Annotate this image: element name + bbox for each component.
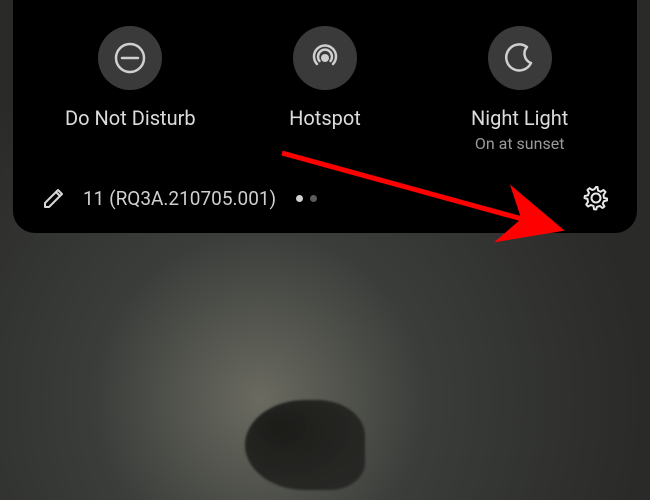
page-dot-active	[296, 195, 303, 202]
tile-label: Do Not Disturb	[65, 106, 196, 130]
quick-settings-footer: 11 (RQ3A.210705.001)	[33, 181, 617, 217]
quick-settings-tiles-row: Do Not Disturb Hotspot Night Light On at…	[33, 18, 617, 181]
tile-hotspot[interactable]: Hotspot	[245, 26, 405, 130]
edit-tiles-button[interactable]	[41, 185, 67, 211]
tile-night-light[interactable]: Night Light On at sunset	[440, 26, 600, 153]
page-indicator	[296, 195, 317, 202]
night-light-icon	[488, 26, 552, 90]
build-version-text[interactable]: 11 (RQ3A.210705.001)	[83, 187, 276, 210]
tile-do-not-disturb[interactable]: Do Not Disturb	[50, 26, 210, 130]
quick-settings-panel: Do Not Disturb Hotspot Night Light On at…	[13, 0, 637, 233]
hotspot-icon	[293, 26, 357, 90]
tile-label: Hotspot	[289, 106, 361, 130]
tile-label: Night Light	[471, 106, 568, 130]
gear-icon	[583, 185, 609, 211]
settings-button[interactable]	[583, 185, 609, 211]
tile-sublabel: On at sunset	[475, 134, 565, 153]
pencil-icon	[41, 185, 67, 211]
dnd-icon	[98, 26, 162, 90]
page-dot	[310, 195, 317, 202]
